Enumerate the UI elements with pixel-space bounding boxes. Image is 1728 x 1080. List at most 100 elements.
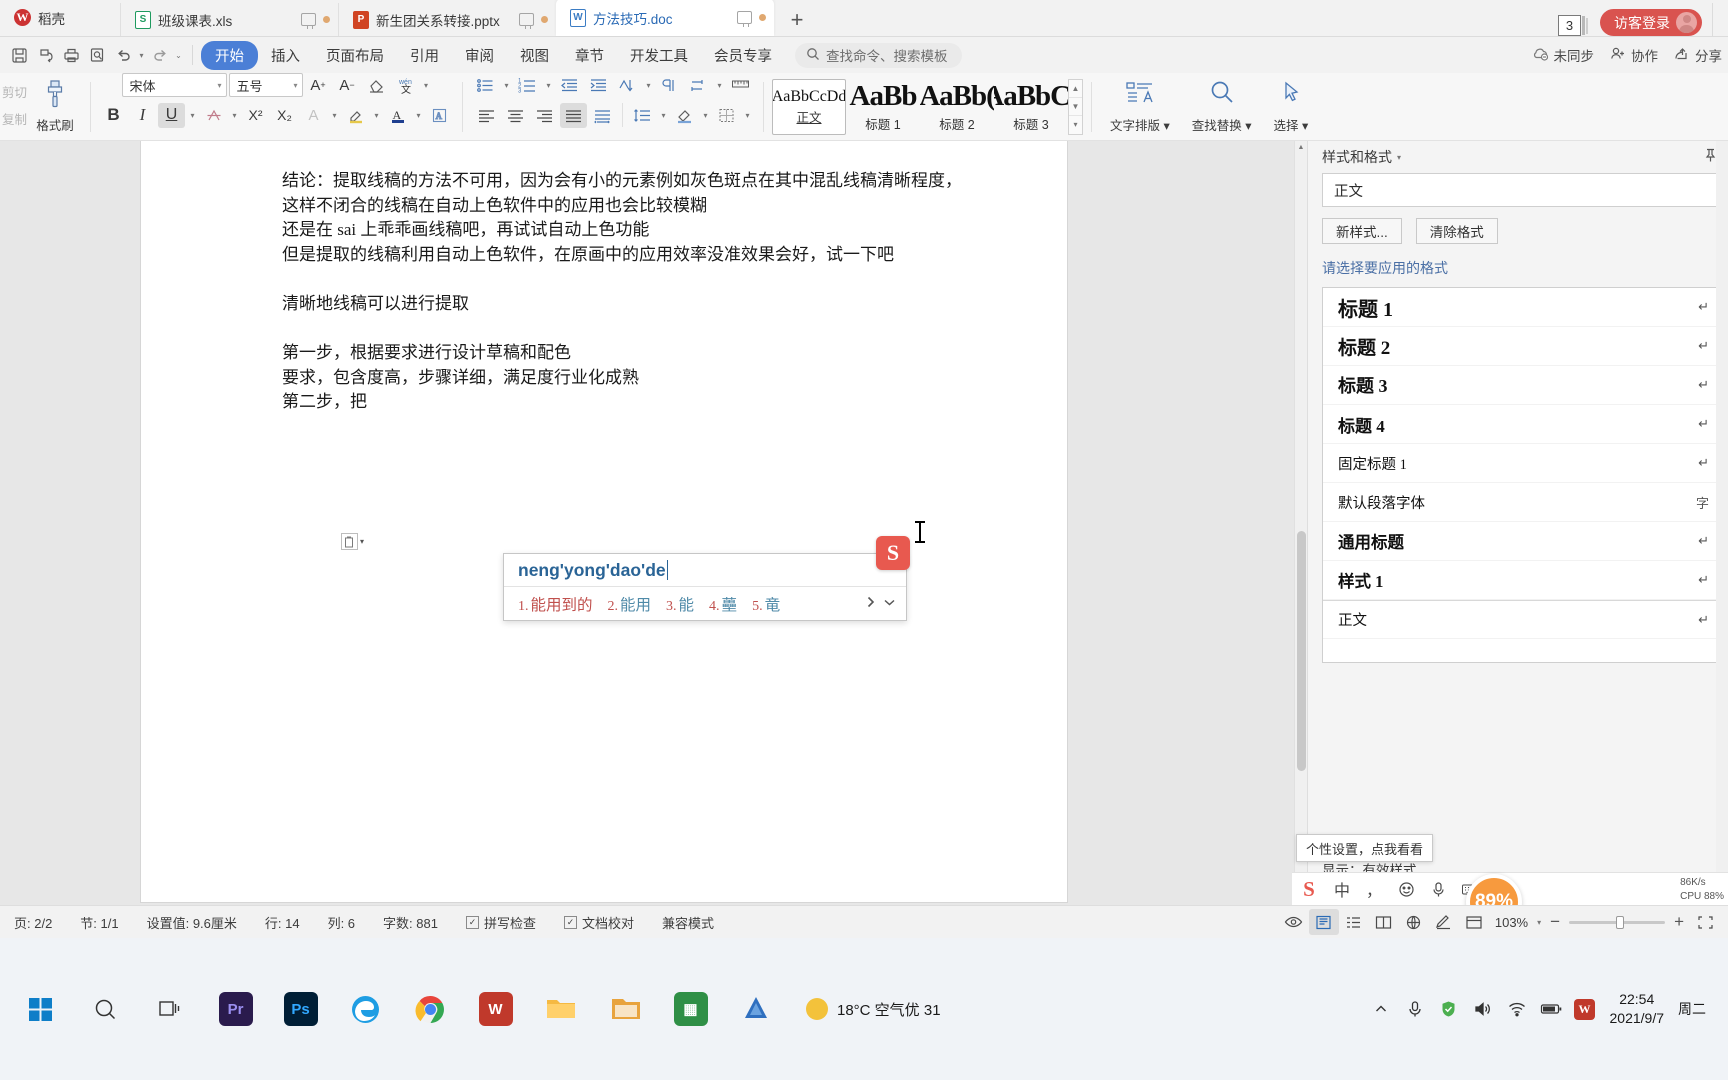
wps-writer-button[interactable]: W (463, 981, 528, 1037)
outline-view-icon[interactable] (1339, 909, 1369, 935)
copy-button[interactable]: 复制 (2, 107, 27, 134)
numbering-dropdown-icon[interactable]: ▾ (543, 81, 554, 90)
start-button[interactable] (8, 981, 73, 1037)
strikethrough-dropdown-icon[interactable]: ▾ (229, 111, 240, 120)
ime-mode-button[interactable]: 中 (1326, 875, 1358, 903)
zoom-in-button[interactable]: + (1674, 912, 1684, 932)
ime-candidate-window[interactable]: S neng'yong'dao'de 1. 能用到的 2. 能用 3. 能 4.… (503, 536, 910, 621)
unsaved-dot-icon[interactable] (759, 14, 766, 21)
style-list[interactable]: 标题 1 ↵ 标题 2 ↵ 标题 3 ↵ 标题 4 ↵ 固定标题 1 ↵ 默认段… (1322, 287, 1718, 663)
ribbon-tab-view[interactable]: 视图 (507, 41, 562, 70)
text-highlight-icon[interactable] (342, 103, 369, 128)
status-section[interactable]: 节: 1/1 (66, 913, 132, 932)
docer-home-button[interactable]: W 稻壳 (0, 0, 120, 36)
zoom-level-label[interactable]: 103% (1495, 915, 1528, 930)
style-list-item[interactable]: 固定标题 1 ↵ (1323, 444, 1717, 483)
folder-button[interactable] (593, 981, 658, 1037)
status-page[interactable]: 页: 2/2 (0, 913, 66, 932)
style-gallery-item-heading3[interactable]: AaBbC( 标题 3 (994, 79, 1068, 135)
ribbon-tab-insert[interactable]: 插入 (258, 41, 313, 70)
ribbon-tab-member[interactable]: 会员专享 (701, 41, 785, 70)
increase-font-icon[interactable]: A + (305, 73, 332, 98)
customize-qat-icon[interactable]: ⌄ (173, 51, 184, 60)
increase-indent-icon[interactable] (585, 73, 612, 98)
chrome-button[interactable] (398, 981, 463, 1037)
style-gallery-item-normal[interactable]: AaBbCcDd 正文 (772, 78, 847, 135)
fit-page-icon[interactable] (1459, 909, 1489, 935)
undo-dropdown-icon[interactable]: ▾ (136, 51, 147, 60)
weather-widget[interactable]: 18°C 空气优 31 (806, 998, 941, 1020)
style-list-item-selected[interactable]: 正文 ↵ (1323, 600, 1717, 639)
status-line[interactable]: 行: 14 (251, 913, 314, 932)
chevron-down-icon[interactable]: ▾ (360, 537, 364, 546)
ribbon-tab-start[interactable]: 开始 (201, 40, 258, 70)
new-style-button[interactable]: 新样式... (1322, 218, 1402, 244)
ime-candidate-4[interactable]: 4. 蘲 (709, 593, 737, 615)
status-word-count[interactable]: 字数: 881 (369, 913, 452, 932)
scroll-up-icon[interactable]: ▲ (1295, 141, 1307, 154)
print-icon[interactable] (58, 42, 84, 68)
web-layout-icon[interactable] (1399, 909, 1429, 935)
numbered-list-icon[interactable]: 123 (514, 73, 541, 98)
ribbon-tab-page-layout[interactable]: 页面布局 (313, 41, 397, 70)
unsaved-dot-icon[interactable] (541, 16, 548, 23)
ime-candidate-3[interactable]: 3. 能 (666, 593, 694, 615)
line-spacing-dropdown-icon[interactable]: ▾ (658, 111, 669, 120)
network-icon[interactable] (1500, 989, 1534, 1029)
bullet-dropdown-icon[interactable]: ▾ (501, 81, 512, 90)
file-explorer-button[interactable] (528, 981, 593, 1037)
paragraph-shading-icon[interactable] (671, 103, 698, 128)
decrease-indent-icon[interactable] (556, 73, 583, 98)
format-painter-button[interactable]: 格式刷 (27, 79, 83, 134)
ribbon-tab-section[interactable]: 章节 (562, 41, 617, 70)
voice-icon[interactable] (1422, 875, 1454, 903)
share-button[interactable]: 分享 (1674, 45, 1722, 65)
align-left-icon[interactable] (473, 103, 500, 128)
sort-icon[interactable] (614, 73, 641, 98)
character-border-dropdown-icon[interactable]: ▾ (329, 111, 340, 120)
ruler-icon[interactable] (727, 73, 754, 98)
sogou-logo-icon[interactable]: S (1292, 875, 1326, 903)
marks-dropdown-icon[interactable]: ▾ (714, 81, 725, 90)
shield-icon[interactable] (1432, 989, 1466, 1029)
style-gallery-scroll-up-icon[interactable]: ▲ (1069, 80, 1083, 98)
unsaved-dot-icon[interactable] (323, 16, 330, 23)
print-layout-icon[interactable] (1308, 909, 1339, 935)
document-page[interactable]: 结论：提取线稿的方法不可用，因为会有小的元素例如灰色斑点在其中混乱线稿清晰程度，… (140, 141, 1068, 903)
zoom-dropdown-icon[interactable]: ▾ (1537, 918, 1541, 927)
ribbon-tab-reference[interactable]: 引用 (397, 41, 452, 70)
zoom-slider-handle[interactable] (1616, 915, 1625, 929)
chevron-right-icon[interactable] (866, 596, 875, 612)
character-shading-icon[interactable]: A (426, 103, 453, 128)
status-column[interactable]: 列: 6 (314, 913, 369, 932)
fullscreen-icon[interactable] (1690, 909, 1720, 935)
taskbar-clock[interactable]: 22:54 2021/9/7 (1602, 990, 1679, 1028)
photoshop-button[interactable]: Ps (268, 981, 333, 1037)
command-search-box[interactable]: 查找命令、搜索模板 (795, 42, 962, 68)
style-gallery-scroll-down-icon[interactable]: ▼ (1069, 98, 1083, 117)
distribute-icon[interactable] (589, 103, 616, 128)
style-gallery-more-icon[interactable]: ▾ (1069, 116, 1082, 133)
pinyin-dropdown-icon[interactable]: ▾ (421, 81, 432, 90)
sort-dropdown-icon[interactable]: ▾ (643, 81, 654, 90)
text-layout-button[interactable]: 文字排版 ▾ (1099, 75, 1181, 139)
document-tab-doc[interactable]: W 方法技巧.doc (556, 0, 774, 36)
document-text[interactable]: 结论：提取线稿的方法不可用，因为会有小的元素例如灰色斑点在其中混乱线稿清晰程度，… (282, 169, 982, 415)
battery-icon[interactable] (1534, 989, 1568, 1029)
bullet-list-icon[interactable] (472, 73, 499, 98)
select-button[interactable]: 选择 ▾ (1263, 75, 1320, 139)
status-compat-mode[interactable]: 兼容模式 (648, 913, 728, 932)
screen-share-icon[interactable] (301, 13, 316, 29)
reading-layout-icon[interactable] (1369, 909, 1399, 935)
font-family-select[interactable]: 宋体 ▾ (121, 73, 227, 97)
show-paragraph-marks-icon[interactable] (656, 73, 683, 98)
wps-tray-icon[interactable]: W (1568, 989, 1602, 1029)
font-color-dropdown-icon[interactable]: ▾ (413, 111, 424, 120)
volume-icon[interactable] (1466, 989, 1500, 1029)
sync-status-button[interactable]: 未同步 (1532, 45, 1594, 65)
zoom-slider[interactable] (1569, 915, 1666, 929)
align-right-icon[interactable] (531, 103, 558, 128)
chevron-down-icon[interactable] (883, 596, 896, 612)
collaborate-button[interactable]: 协作 (1610, 45, 1658, 65)
find-replace-button[interactable]: 查找替换 ▾ (1181, 75, 1263, 139)
